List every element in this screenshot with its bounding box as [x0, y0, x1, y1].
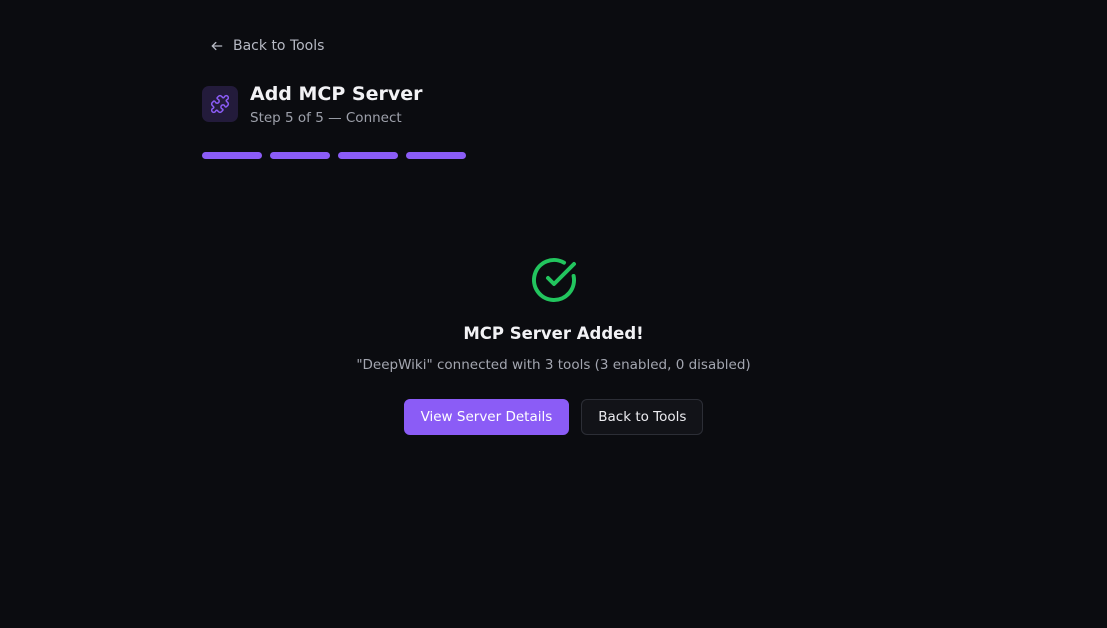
puzzle-icon — [202, 86, 238, 122]
check-circle-icon — [530, 256, 578, 308]
add-mcp-server-page: Back to Tools Add MCP Server Step 5 of 5… — [0, 0, 1107, 628]
success-panel: MCP Server Added! "DeepWiki" connected w… — [0, 256, 1107, 435]
step-progress — [202, 152, 466, 159]
action-buttons: View Server Details Back to Tools — [403, 399, 704, 435]
success-title: MCP Server Added! — [463, 324, 644, 343]
page-title: Add MCP Server — [250, 83, 423, 105]
header-text: Add MCP Server Step 5 of 5 — Connect — [250, 83, 423, 126]
step-indicator — [406, 152, 466, 159]
back-to-tools-label: Back to Tools — [233, 38, 325, 54]
back-to-tools-link[interactable]: Back to Tools — [210, 38, 324, 54]
success-message: "DeepWiki" connected with 3 tools (3 ena… — [356, 357, 751, 373]
step-indicator — [202, 152, 262, 159]
step-indicator — [338, 152, 398, 159]
page-subtitle: Step 5 of 5 — Connect — [250, 110, 402, 126]
step-indicator — [270, 152, 330, 159]
view-server-details-button[interactable]: View Server Details — [403, 399, 570, 435]
arrow-left-icon — [210, 39, 224, 53]
page-header: Add MCP Server Step 5 of 5 — Connect — [202, 83, 423, 126]
back-to-tools-button[interactable]: Back to Tools — [581, 399, 704, 435]
